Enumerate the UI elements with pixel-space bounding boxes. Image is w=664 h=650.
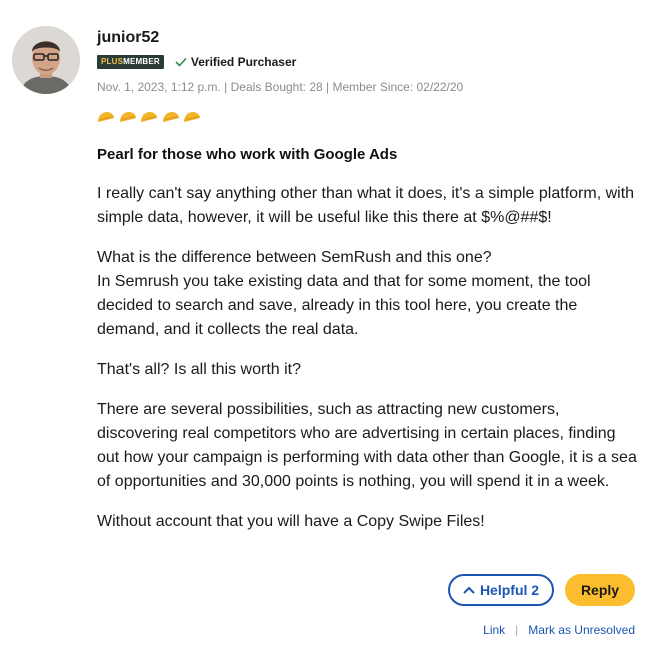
reply-button[interactable]: Reply bbox=[565, 574, 635, 606]
review-paragraph: That's all? Is all this worth it? bbox=[97, 361, 302, 378]
taco-icon bbox=[184, 112, 200, 122]
plus-badge-member: MEMBER bbox=[123, 57, 160, 66]
review-paragraph: Without account that you will have a Cop… bbox=[97, 513, 485, 530]
review-title: Pearl for those who work with Google Ads bbox=[97, 146, 398, 163]
taco-icon bbox=[98, 112, 114, 122]
checkmark-icon bbox=[175, 57, 187, 67]
verified-purchaser: Verified Purchaser bbox=[175, 55, 296, 69]
link-separator: | bbox=[515, 623, 519, 637]
reviewer-username[interactable]: junior52 bbox=[97, 29, 159, 47]
user-photo bbox=[12, 26, 80, 94]
rating-tacos bbox=[97, 110, 205, 124]
review-links: Link | Mark as Unresolved bbox=[483, 623, 635, 637]
plus-badge-plus: PLUS bbox=[101, 57, 124, 66]
taco-icon bbox=[119, 112, 136, 122]
helpful-label: Helpful 2 bbox=[479, 582, 540, 598]
mark-as-unresolved-link[interactable]: Mark as Unresolved bbox=[528, 623, 635, 637]
taco-icon bbox=[162, 112, 179, 122]
link-link[interactable]: Link bbox=[483, 623, 505, 637]
avatar[interactable] bbox=[12, 26, 80, 94]
chevron-up-icon bbox=[463, 586, 475, 594]
review-paragraph: I really can't say anything other than w… bbox=[97, 185, 635, 226]
plus-member-badge: PLUSMEMBER bbox=[97, 55, 164, 69]
review-paragraph: What is the difference between SemRush a… bbox=[97, 249, 591, 338]
verified-label: Verified Purchaser bbox=[190, 55, 297, 69]
review-meta: Nov. 1, 2023, 1:12 p.m. | Deals Bought: … bbox=[97, 80, 464, 94]
taco-icon bbox=[141, 112, 157, 122]
helpful-button[interactable]: Helpful 2 bbox=[448, 574, 554, 606]
review-paragraph: There are several possibilities, such as… bbox=[97, 401, 637, 490]
review-body: I really can't say anything other than w… bbox=[97, 182, 642, 550]
reviewer-badges: PLUSMEMBER Verified Purchaser bbox=[97, 55, 296, 69]
